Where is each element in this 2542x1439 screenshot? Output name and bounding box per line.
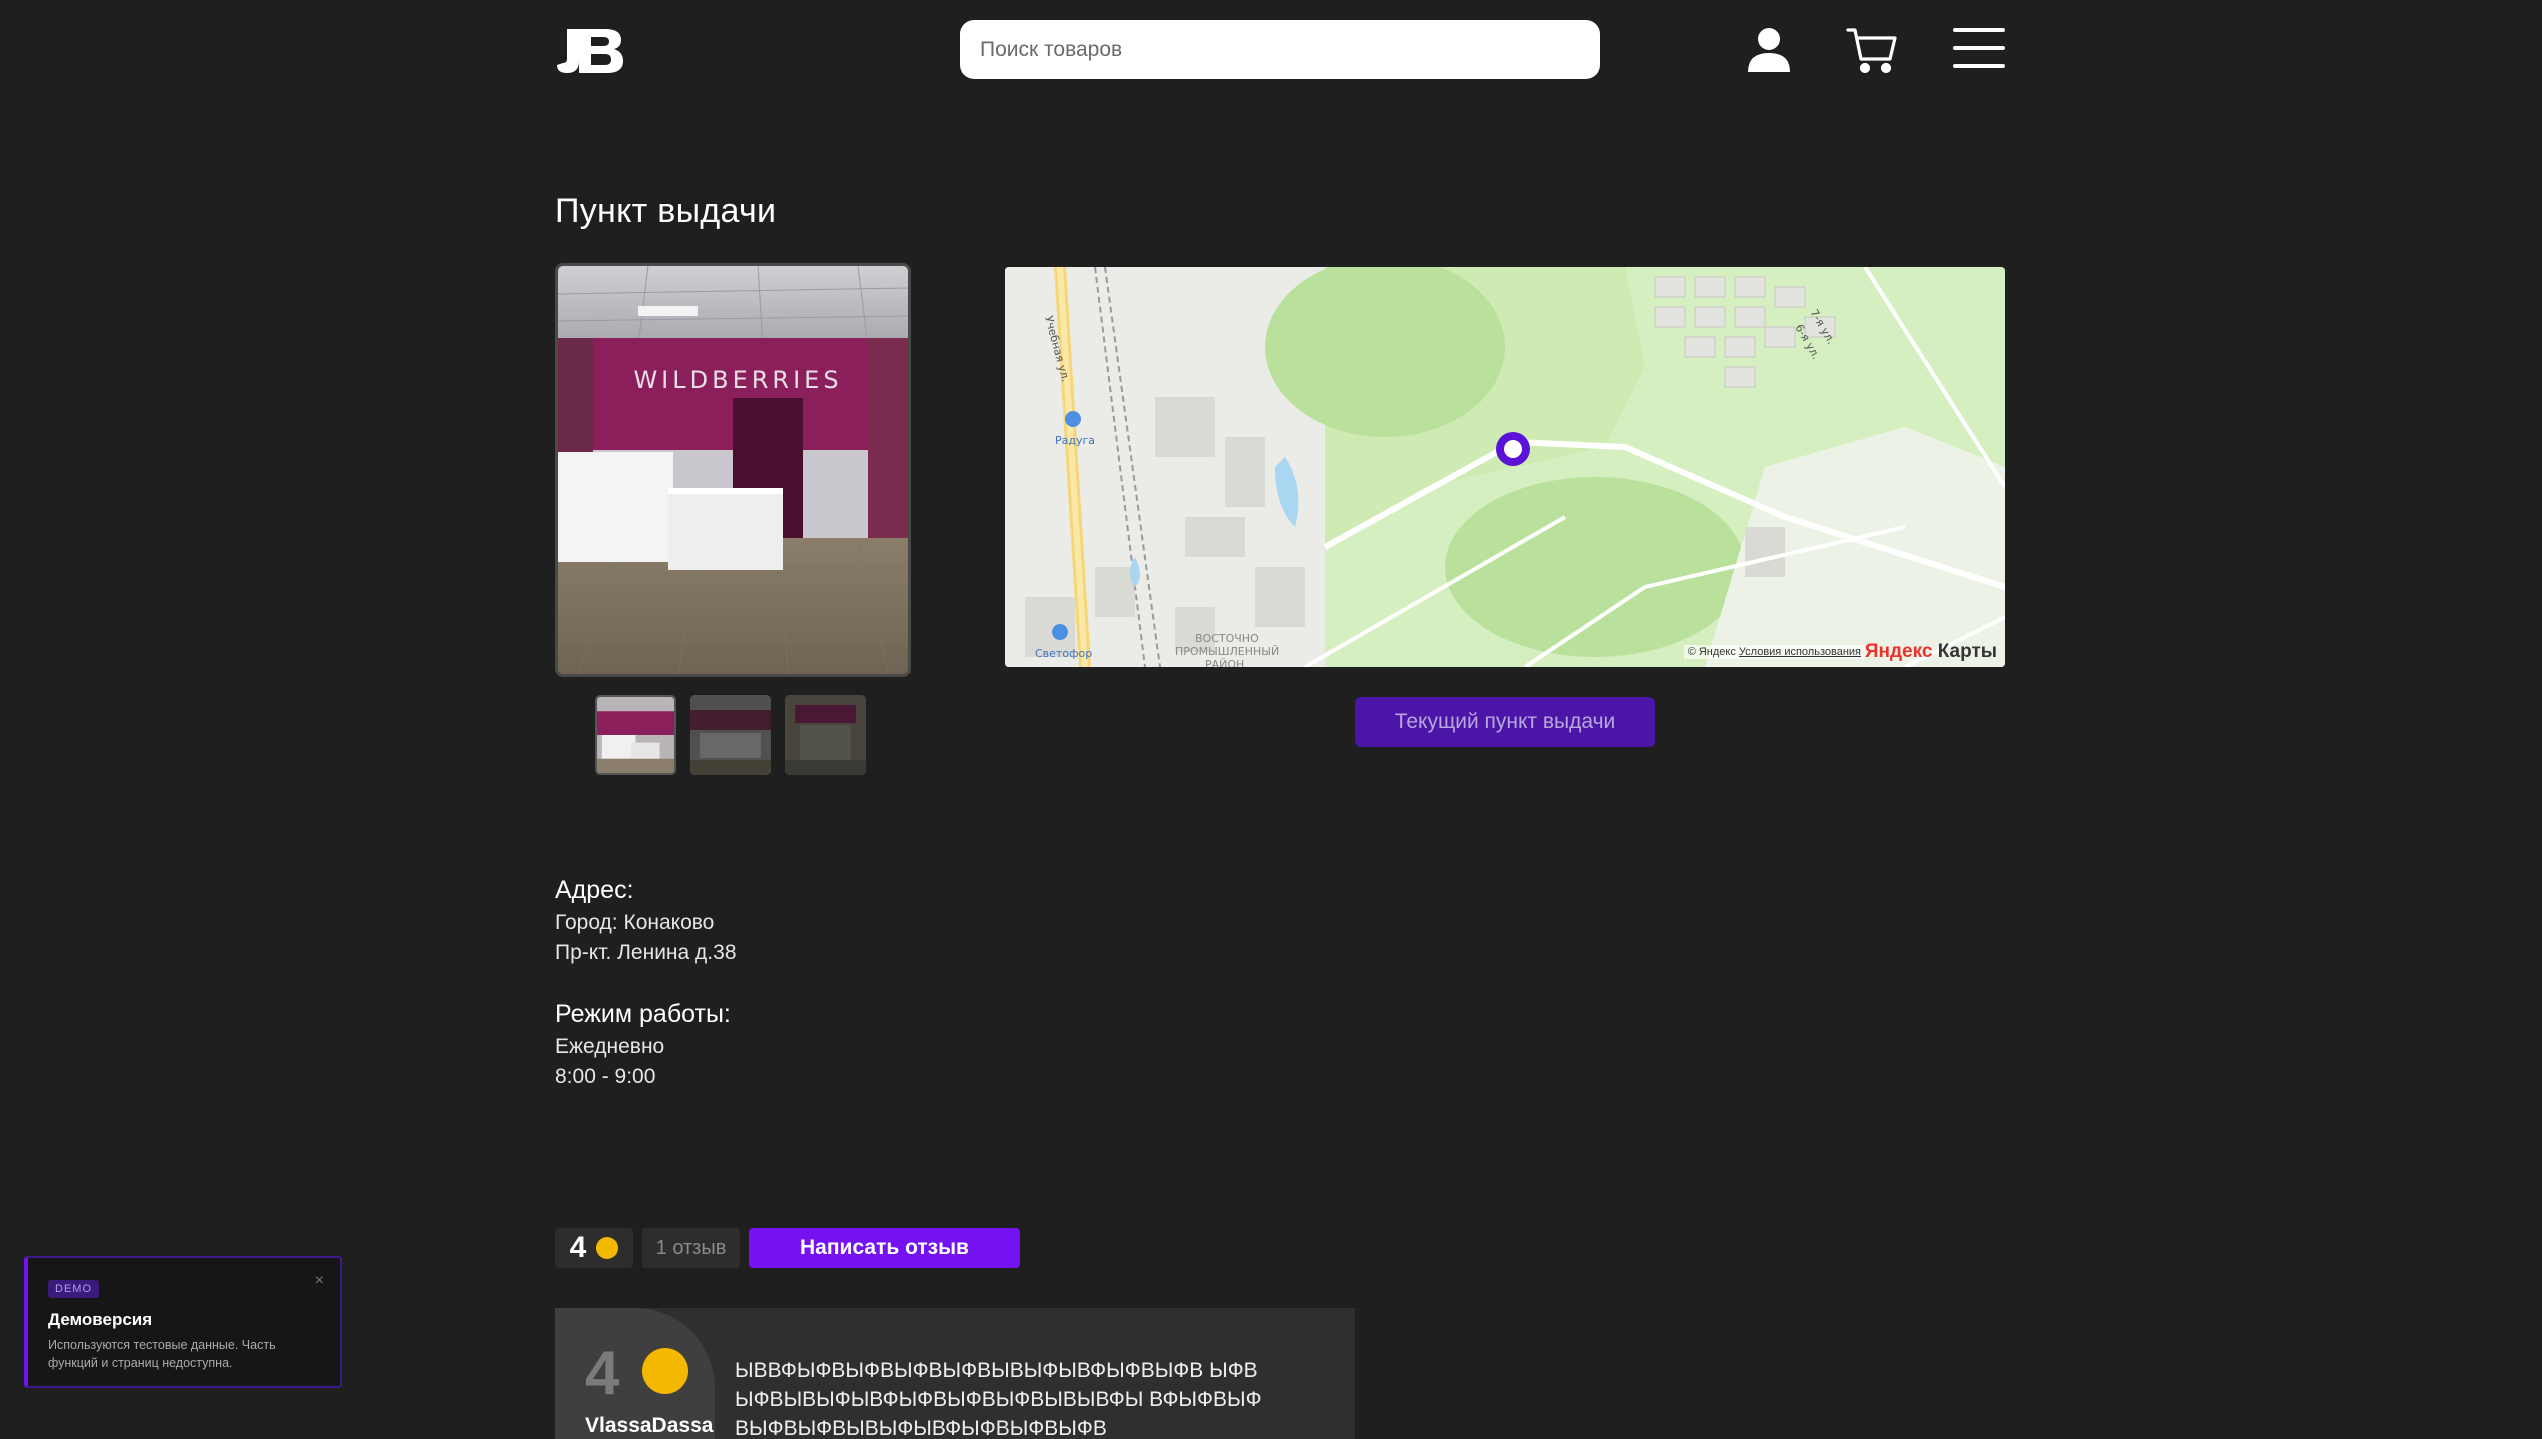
demo-badge: DEMO	[48, 1280, 99, 1298]
rating-dot-icon	[596, 1237, 619, 1259]
menu-icon[interactable]	[1952, 24, 2006, 76]
average-rating: 4	[555, 1228, 633, 1268]
photo-thumbnail-2[interactable]	[690, 695, 771, 775]
address-heading: Адрес:	[555, 876, 634, 904]
review-text: ЫВВФЫФВЫФВЫФВЫФВЫВЫФЫВФЫФВЫФВ ЫФВЫФВЫВЫФ…	[735, 1359, 1262, 1439]
pickup-point-page: Пункт выдачи WILDBERRIES	[0, 0, 2542, 1439]
map-label-district-3: РАЙОН	[1205, 658, 1244, 667]
review-dot-icon	[642, 1348, 688, 1394]
address-street: Пр-кт. Ленина д.38	[555, 941, 737, 964]
schedule-days: Ежедневно	[555, 1035, 665, 1058]
yandex-maps-logo[interactable]: Яндекс Карты	[1865, 641, 1997, 663]
write-review-button[interactable]: Написать отзыв	[749, 1228, 1020, 1268]
page-title: Пункт выдачи	[555, 192, 777, 230]
cart-icon[interactable]	[1846, 24, 1898, 76]
rating-value: 4	[569, 1231, 587, 1264]
address-city: Город: Конаково	[555, 911, 715, 934]
yandex-map[interactable]: Учебная ул. Радуга Светофор ВОСТОЧНО ПРО…	[1005, 267, 2005, 667]
reviews-count: 1 отзыв	[642, 1228, 740, 1268]
map-label-raduga: Радуга	[1055, 434, 1095, 447]
map-terms-link[interactable]: Условия использования	[1739, 646, 1861, 658]
review-score: 4	[585, 1339, 620, 1408]
photo-thumbnail-1[interactable]	[595, 695, 676, 775]
schedule-hours: 8:00 - 9:00	[555, 1065, 656, 1088]
toast-title: Демоверсия	[48, 1310, 153, 1329]
demo-toast: DEMO × Демоверсия Используются тестовые …	[24, 1256, 342, 1388]
map-label-svetofor: Светофор	[1035, 647, 1092, 660]
schedule-heading: Режим работы:	[555, 1000, 731, 1028]
wildberries-sign: WILDBERRIES	[633, 366, 842, 394]
review-rating-badge: 4 VlassaDassa	[555, 1308, 715, 1439]
current-pickup-point-button[interactable]: Текущий пункт выдачи	[1355, 697, 1655, 747]
pickup-photo-main[interactable]: WILDBERRIES	[555, 263, 911, 677]
toast-body: Используются тестовые данные. Часть функ…	[48, 1338, 276, 1370]
map-label-district-1: ВОСТОЧНО	[1195, 632, 1259, 645]
user-icon[interactable]	[1743, 24, 1795, 76]
photo-thumbnail-3[interactable]	[785, 695, 866, 775]
review-username: VlassaDassa	[585, 1414, 714, 1437]
search-input[interactable]	[960, 20, 1600, 79]
jb-logo-icon[interactable]	[555, 25, 625, 75]
map-copyright: © Яндекс Условия использования	[1683, 645, 1865, 659]
close-icon[interactable]: ×	[315, 1272, 324, 1290]
map-label-district-2: ПРОМЫШЛЕННЫЙ	[1175, 645, 1279, 658]
review-card: 4 VlassaDassa ЫВВФЫФВЫФВЫФВЫФВЫВЫФЫВФЫФВ…	[555, 1308, 1355, 1439]
